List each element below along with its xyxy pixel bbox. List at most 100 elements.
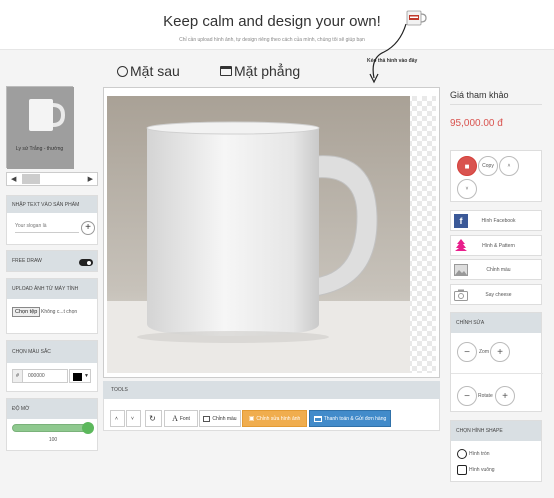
tab-back-side[interactable]: Mặt sau — [117, 63, 180, 79]
checkout-button[interactable]: Thanh toán & Gửi đơn hàng — [309, 410, 391, 427]
edit-image-label: Chỉnh sửa hình ảnh — [256, 415, 301, 422]
facebook-image-label: Hình Facebook — [481, 217, 516, 224]
chevron-up-icon: ˄ — [507, 163, 511, 169]
price-value: 95,000.00 đ — [450, 118, 503, 129]
shape-panel: CHỌN HÌNH SHAPE Hình tròn Hình vuông — [450, 420, 542, 482]
color-picker-button[interactable]: ▼ — [69, 369, 91, 383]
shape-option-square-label: Hình vuông — [469, 467, 495, 473]
tree-icon — [454, 238, 468, 253]
rotate-left-button[interactable]: − — [457, 386, 477, 406]
chevron-down-icon: ˅ — [131, 415, 134, 422]
zoom-in-button[interactable]: + — [490, 342, 510, 362]
zoom-label: Zom — [479, 349, 489, 355]
rotate-right-button[interactable]: + — [495, 386, 515, 406]
shape-option-circle-label: Hình tròn — [469, 451, 490, 457]
pattern-button[interactable]: Hình & Pattern — [450, 235, 542, 256]
font-button-label: Font — [179, 415, 190, 422]
delete-button[interactable]: ■ — [457, 156, 477, 176]
color-filter-label: Chỉnh màu — [486, 266, 511, 273]
color-swatch — [73, 373, 82, 381]
color-filter-button[interactable]: Chỉnh màu — [450, 259, 542, 280]
chevron-down-icon: ˅ — [465, 186, 469, 192]
scrollbar-thumb[interactable] — [22, 174, 40, 184]
bring-forward-button[interactable]: ˄ — [499, 156, 519, 176]
curved-arrow-icon — [369, 23, 407, 84]
say-cheese-label: Say cheese — [485, 291, 512, 298]
thumbnail-caption: Ly sứ Trắng - thường — [15, 146, 64, 152]
shape-option-square[interactable]: Hình vuông — [457, 465, 495, 475]
minus-icon: − — [464, 346, 470, 358]
page-subtitle: Chỉ cần upload hình ảnh, tự design riêng… — [179, 37, 365, 43]
text-input-panel: NHẬP TEXT VÀO SẢN PHẨM + — [6, 195, 98, 245]
circle-icon — [117, 65, 128, 77]
shape-heading: CHỌN HÌNH SHAPE — [451, 421, 541, 441]
color-adjust-button[interactable]: Chỉnh màu — [199, 410, 241, 427]
color-hex-value: 000000 — [28, 373, 45, 379]
upload-panel: UPLOAD ẢNH TỪ MÁY TÍNH Chọn tệp Không c.… — [6, 278, 98, 334]
rotate-label: Rotate — [478, 393, 493, 399]
refresh-button[interactable]: ↻ — [145, 410, 162, 427]
font-button[interactable]: A Font — [164, 410, 198, 427]
mug-thumbnail-image — [7, 87, 74, 169]
add-text-button[interactable]: + — [81, 221, 95, 235]
opacity-heading: ĐỘ MỜ — [7, 399, 97, 419]
file-status: Không c...t chọn — [41, 309, 78, 315]
square-radio-icon[interactable] — [457, 465, 467, 475]
edit-image-button[interactable]: ▣ Chỉnh sửa hình ảnh — [242, 410, 307, 427]
opacity-slider[interactable] — [12, 422, 94, 434]
color-hex-input[interactable]: # 000000 — [12, 369, 68, 383]
facebook-image-button[interactable]: f Hình Facebook — [450, 210, 542, 231]
tab-back-side-label: Mặt sau — [130, 63, 180, 79]
move-down-button[interactable]: ˅ — [126, 410, 141, 427]
price-label: Giá tham khảo — [450, 90, 509, 100]
slogan-input[interactable] — [15, 219, 79, 233]
free-draw-toggle[interactable] — [79, 259, 93, 266]
opacity-panel: ĐỘ MỜ 100 — [6, 398, 98, 451]
tab-flat-side[interactable]: Mặt phẳng — [220, 63, 300, 79]
checkout-label: Thanh toán & Gửi đơn hàng — [323, 415, 387, 422]
mug-product-image — [107, 96, 410, 373]
edit-divider — [451, 373, 543, 374]
camera-icon — [454, 288, 468, 302]
shape-option-circle[interactable]: Hình tròn — [457, 449, 490, 459]
product-thumbnail[interactable] — [6, 86, 74, 169]
trash-icon: ■ — [464, 161, 470, 171]
edit-panel: CHỈNH SỬA − Zom + − Rotate + — [450, 312, 543, 412]
image-icon — [203, 415, 211, 422]
refresh-icon: ↻ — [149, 414, 156, 423]
chevron-left-icon[interactable]: ◀ — [11, 175, 16, 183]
image-icon — [454, 263, 468, 277]
caret-down-icon: ▼ — [84, 373, 89, 379]
copy-button[interactable]: Copy — [478, 156, 498, 176]
chevron-right-icon[interactable]: ▶ — [88, 175, 93, 183]
free-draw-panel: FREE DRAW — [6, 250, 98, 272]
text-input-heading: NHẬP TEXT VÀO SẢN PHẨM — [7, 196, 97, 213]
upload-heading: UPLOAD ẢNH TỪ MÁY TÍNH — [7, 279, 97, 299]
object-actions-panel: ■ Copy ˄ ˅ — [450, 150, 542, 202]
pattern-label: Hình & Pattern — [482, 242, 515, 249]
copy-label: Copy — [482, 163, 494, 169]
price-divider — [450, 104, 542, 105]
opacity-slider-handle[interactable] — [82, 422, 94, 434]
move-up-button[interactable]: ˄ — [110, 410, 125, 427]
font-icon: A — [172, 414, 178, 423]
say-cheese-button[interactable]: Say cheese — [450, 284, 542, 305]
page-title: Keep calm and design your own! — [163, 13, 381, 30]
tab-flat-side-label: Mặt phẳng — [234, 63, 301, 79]
facebook-icon: f — [454, 213, 468, 228]
camera-icon: ▣ — [248, 416, 255, 422]
credit-card-icon — [313, 415, 322, 422]
plus-icon: + — [497, 346, 503, 358]
minus-icon: − — [464, 390, 470, 402]
window-icon — [220, 66, 232, 76]
choose-file-button[interactable]: Chọn tệp — [12, 307, 41, 317]
plus-icon: + — [502, 390, 508, 402]
tools-heading: TOOLS — [103, 381, 440, 399]
circle-radio-icon[interactable] — [457, 449, 467, 459]
thumbnail-scrollbar[interactable]: ◀ ▶ — [6, 172, 98, 186]
send-backward-button[interactable]: ˅ — [457, 179, 477, 199]
chevron-up-icon: ˄ — [115, 415, 118, 422]
zoom-out-button[interactable]: − — [457, 342, 477, 362]
color-panel: CHỌN MÀU SẮC # 000000 ▼ — [6, 340, 98, 392]
color-heading: CHỌN MÀU SẮC — [7, 341, 97, 363]
